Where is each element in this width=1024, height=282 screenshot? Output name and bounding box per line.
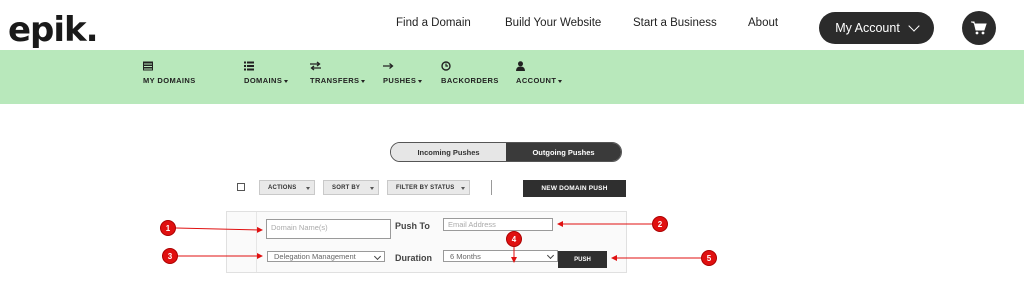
callout-2: 2 bbox=[652, 216, 668, 232]
arrow-1 bbox=[175, 226, 263, 233]
callout-5: 5 bbox=[701, 250, 717, 266]
callout-3: 3 bbox=[162, 248, 178, 264]
page: epik. Find a Domain Build Your Website S… bbox=[0, 0, 1024, 282]
callout-1: 1 bbox=[160, 220, 176, 236]
callout-4: 4 bbox=[506, 231, 522, 247]
